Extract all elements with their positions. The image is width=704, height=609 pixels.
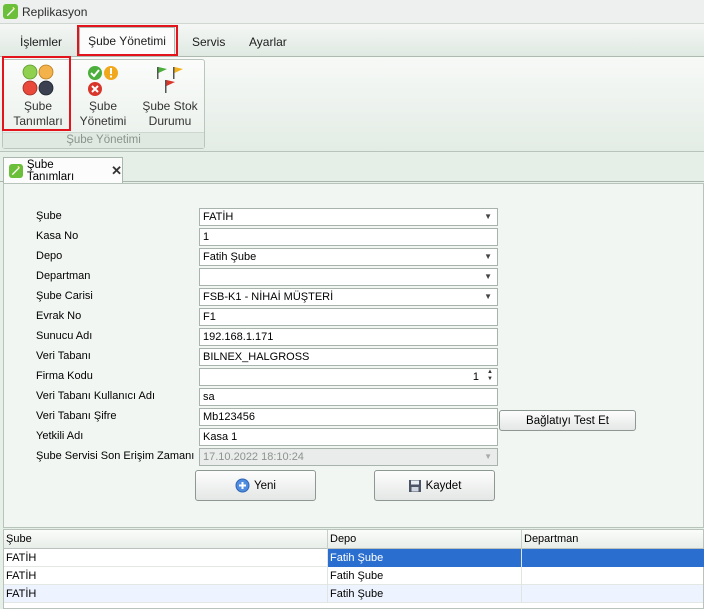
- ribbon-panel: Şube Tanımları Şube Yönetimi Şube Stok D…: [0, 56, 704, 152]
- tab-islemler[interactable]: İşlemler: [12, 30, 70, 54]
- add-icon: [235, 478, 250, 493]
- sunucu-adi-value: 192.168.1.171: [203, 331, 274, 343]
- document-tab-icon: [9, 163, 23, 178]
- tab-servis[interactable]: Servis: [184, 30, 233, 54]
- chevron-down-icon: ▼: [484, 212, 492, 221]
- label-sube-carisi: Şube Carisi: [36, 290, 93, 302]
- label-depo: Depo: [36, 250, 63, 262]
- ribbon-group-sube-yonetimi: Şube Tanımları Şube Yönetimi Şube Stok D…: [2, 59, 205, 149]
- sunucu-adi-input[interactable]: 192.168.1.171: [199, 328, 498, 346]
- departman-select[interactable]: ▼: [199, 268, 498, 286]
- label-yetkili-adi: Yetkili Adı: [36, 430, 84, 442]
- close-icon[interactable]: ✕: [111, 163, 122, 179]
- veri-tabani-value: BILNEX_HALGROSS: [203, 351, 310, 363]
- firma-kodu-stepper[interactable]: 1 ▲ ▼: [199, 368, 498, 386]
- ribbon-group-label: Şube Yönetimi: [3, 132, 204, 148]
- sube-stok-durumu-label-2: Durumu: [148, 114, 192, 128]
- son-erisim-value: 17.10.2022 18:10:24: [203, 451, 304, 463]
- table-cell: Fatih Şube: [328, 549, 522, 567]
- sube-stok-durumu-label-1: Şube Stok: [142, 99, 198, 113]
- label-son-erisim: Şube Servisi Son Erişim Zamanı: [36, 450, 195, 462]
- table-cell: [522, 549, 704, 567]
- document-tab-label: Şube Tanımları: [26, 158, 75, 183]
- form-panel: Şube FATİH ▼ Kasa No 1 Depo Fatih Şube ▼ D…: [3, 183, 704, 528]
- column-header-departman[interactable]: Departman: [522, 530, 704, 549]
- new-button[interactable]: Yeni: [195, 470, 316, 501]
- sube-yonetimi-button[interactable]: Şube Yönetimi: [75, 64, 131, 132]
- window-title: Replikasyon: [22, 4, 88, 19]
- floppy-disk-icon: [408, 479, 422, 493]
- test-connection-label: Bağlatıyı Test Et: [526, 414, 609, 427]
- table-cell: [522, 567, 704, 585]
- table-row[interactable]: FATİH Fatih Şube: [4, 549, 704, 567]
- depo-value: Fatih Şube: [203, 251, 257, 263]
- veri-tabani-input[interactable]: BILNEX_HALGROSS: [199, 348, 498, 366]
- branches-table: Şube Depo Departman FATİH Fatih Şube FAT…: [3, 529, 704, 609]
- table-cell: FATİH: [4, 567, 328, 585]
- status-icons-icon: [86, 64, 120, 96]
- traffic-circles-icon: [21, 64, 55, 96]
- title-bar: Replikasyon: [0, 0, 704, 24]
- db-sifre-value: Mb123456: [203, 411, 255, 423]
- table-cell: FATİH: [4, 585, 328, 603]
- new-label: Yeni: [254, 479, 276, 492]
- kasa-no-input[interactable]: 1: [199, 228, 498, 246]
- column-header-depo[interactable]: Depo: [328, 530, 522, 549]
- table-row[interactable]: FATİH Fatih Şube: [4, 585, 703, 603]
- app-logo-icon: [3, 4, 18, 19]
- chevron-down-icon: ▼: [484, 452, 492, 461]
- chevron-down-icon: ▼: [484, 292, 492, 301]
- evrak-no-value: F1: [203, 311, 216, 323]
- label-kasa-no: Kasa No: [36, 230, 79, 242]
- label-sunucu-adi: Sunucu Adı: [36, 330, 93, 342]
- tab-sube-tanimlari[interactable]: Şube Tanımları ✕: [3, 157, 123, 183]
- yetkili-adi-input[interactable]: Kasa 1: [199, 428, 498, 446]
- label-evrak-no: Evrak No: [36, 310, 82, 322]
- label-sube: Şube: [36, 210, 62, 222]
- evrak-no-input[interactable]: F1: [199, 308, 498, 326]
- test-connection-button[interactable]: Bağlatıyı Test Et: [499, 410, 636, 431]
- sube-carisi-value: FSB-K1 - NİHAİ MÜŞTERİ: [203, 291, 334, 303]
- sube-stok-durumu-button[interactable]: Şube Stok Durumu: [137, 64, 203, 132]
- db-sifre-input[interactable]: Mb123456: [199, 408, 498, 426]
- column-header-sube[interactable]: Şube: [4, 530, 328, 549]
- sube-tanimlari-label-1: Şube: [23, 99, 53, 113]
- spin-arrows-icon[interactable]: ▲ ▼: [487, 369, 493, 383]
- table-header: Şube Depo Departman: [4, 530, 703, 549]
- label-db-kullanici: Veri Tabanı Kullanıcı Adı: [36, 390, 156, 402]
- sube-select[interactable]: FATİH ▼: [199, 208, 498, 226]
- sube-carisi-select[interactable]: FSB-K1 - NİHAİ MÜŞTERİ ▼: [199, 288, 498, 306]
- chevron-down-icon: ▼: [484, 272, 492, 281]
- label-firma-kodu: Firma Kodu: [36, 370, 93, 382]
- son-erisim-field: 17.10.2022 18:10:24 ▼: [199, 448, 498, 466]
- yetkili-adi-value: Kasa 1: [203, 431, 238, 443]
- firma-kodu-value: 1: [472, 371, 479, 383]
- sube-value: FATİH: [203, 211, 234, 223]
- tab-sube-yonetimi[interactable]: Şube Yönetimi: [79, 27, 175, 56]
- document-tab-strip: Şube Tanımları ✕: [0, 153, 704, 183]
- save-label: Kaydet: [425, 479, 462, 492]
- db-kullanici-value: sa: [203, 391, 215, 403]
- label-departman: Departman: [36, 270, 91, 282]
- save-button[interactable]: Kaydet: [374, 470, 495, 501]
- table-row[interactable]: FATİH Fatih Şube: [4, 567, 703, 585]
- sube-tanimlari-label-2: Tanımları: [13, 114, 63, 128]
- ribbon-tabs: İşlemler Şube Yönetimi Servis Ayarlar: [0, 24, 704, 56]
- kasa-no-value: 1: [203, 231, 210, 243]
- label-db-sifre: Veri Tabanı Şifre: [36, 410, 117, 422]
- sube-yonetimi-label-2: Yönetimi: [79, 114, 127, 128]
- sube-yonetimi-label-1: Şube: [88, 99, 118, 113]
- sube-tanimlari-button[interactable]: Şube Tanımları: [7, 64, 69, 132]
- table-cell: Fatih Şube: [328, 585, 522, 603]
- table-cell: Fatih Şube: [328, 567, 522, 585]
- depo-select[interactable]: Fatih Şube ▼: [199, 248, 498, 266]
- table-cell: [522, 585, 704, 603]
- db-kullanici-input[interactable]: sa: [199, 388, 498, 406]
- tab-ayarlar[interactable]: Ayarlar: [241, 30, 295, 54]
- chevron-down-icon: ▼: [484, 252, 492, 261]
- flags-icon: [153, 64, 187, 96]
- table-cell: FATİH: [4, 549, 328, 567]
- label-veri-tabani: Veri Tabanı: [36, 350, 91, 362]
